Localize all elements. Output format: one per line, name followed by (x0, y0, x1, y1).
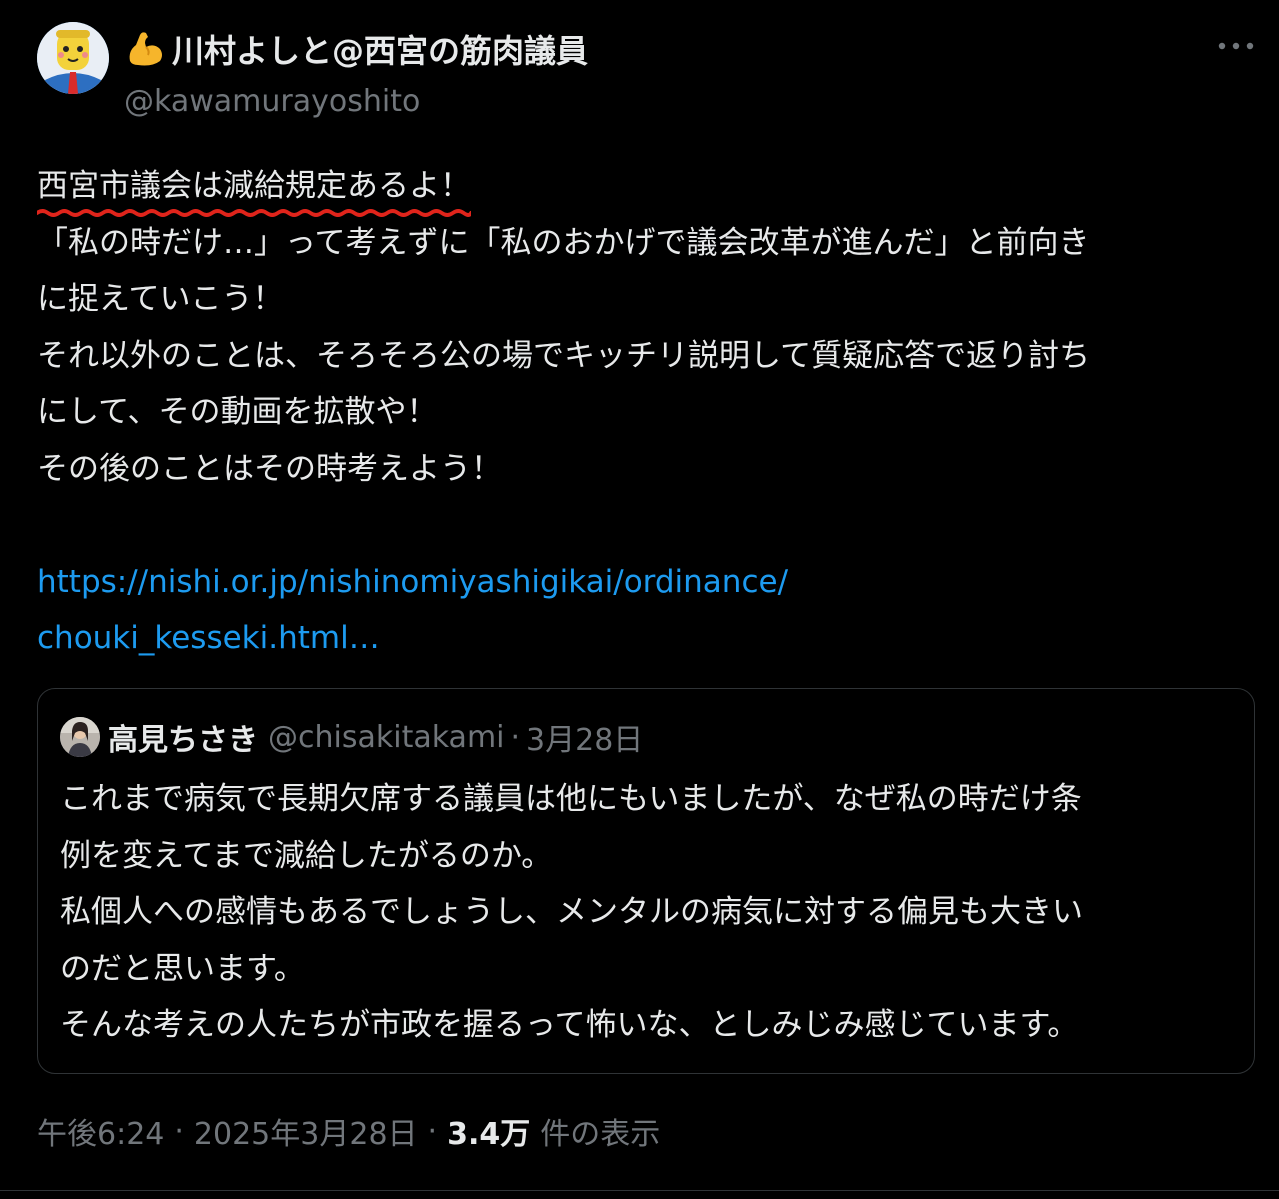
bottom-divider (0, 1190, 1279, 1191)
cartoon-mascot-avatar-icon (37, 22, 109, 94)
quoted-tweet-text: これまで病気で長期欠席する議員は他にもいましたが、なぜ私の時だけ条 例を変えてま… (60, 771, 1240, 1054)
quoted-tweet-header: 高見ちさき @chisakitakami · 3月28日 (60, 715, 643, 759)
quote-line: これまで病気で長期欠席する議員は他にもいましたが、なぜ私の時だけ条 (60, 781, 1082, 817)
quoted-author-name[interactable]: 高見ちさき (108, 715, 258, 759)
tweet-line: にして、その動画を拡散や！ (37, 394, 438, 430)
tweet-meta: 午後6:24 · 2025年3月28日 · 3.4万 件の表示 (37, 1108, 660, 1154)
highlighted-sentence-text: 西宮市議会は減給規定あるよ！ (37, 168, 471, 204)
separator-dot: · (174, 1113, 184, 1149)
tweet-link-line: chouki_kesseki.html… (37, 610, 1257, 667)
flexed-biceps-icon (124, 27, 168, 71)
tweet: 川村よしと@西宮の筋肉議員 @kawamurayoshito 西宮市議会は減給規… (0, 0, 1279, 1199)
separator-dot: · (427, 1113, 438, 1149)
quoted-author-avatar[interactable] (60, 717, 100, 757)
more-button[interactable] (1210, 28, 1262, 64)
highlighted-sentence: 西宮市議会は減給規定あるよ！ (37, 158, 471, 217)
tweet-line: に捉えていこう！ (37, 281, 284, 317)
author-display-name-text: 川村よしと@西宮の筋肉議員 (172, 32, 589, 70)
tweet-time[interactable]: 午後6:24 (37, 1109, 164, 1153)
quote-line: 私個人への感情もあるでしょうし、メンタルの病気に対する偏見も大きい (60, 894, 1083, 930)
red-underline-annotation (37, 208, 471, 217)
tweet-date[interactable]: 2025年3月28日 (194, 1109, 418, 1153)
tweet-link-line: https://nishi.or.jp/nishinomiyashigikai/… (37, 554, 1257, 611)
person-photo-avatar-icon (60, 717, 100, 757)
quote-line: そんな考えの人たちが市政を握るって怖いな、としみじみ感じています。 (60, 1007, 1079, 1043)
separator-dot: · (510, 719, 521, 755)
quoted-tweet-date[interactable]: 3月28日 (526, 715, 643, 759)
views-count[interactable]: 3.4万 (447, 1109, 530, 1153)
tweet-line: その後のことはその時考えよう！ (37, 450, 502, 487)
tweet-line: それ以外のことは、そろそろ公の場でキッチリ説明して質疑応答で返り討ち (37, 337, 1091, 374)
views-label: 件の表示 (540, 1117, 661, 1152)
tweet-line: 「私の時だけ…」って考えずに「私のおかげで議会改革が進んだ」と前向き (37, 224, 1090, 261)
quote-line: 例を変えてまで減給したがるのか。 (60, 837, 553, 874)
tweet-link[interactable]: https://nishi.or.jp/nishinomiyashigikai/… (37, 564, 788, 600)
author-avatar[interactable] (37, 22, 109, 94)
more-horizontal-icon (1218, 42, 1254, 50)
quoted-author-handle[interactable]: @chisakitakami (268, 720, 505, 755)
tweet-line: 西宮市議会は減給規定あるよ！ (37, 158, 1257, 217)
quoted-tweet-card[interactable]: 高見ちさき @chisakitakami · 3月28日 これまで病気で長期欠席… (37, 688, 1255, 1074)
author-handle[interactable]: @kawamurayoshito (124, 84, 420, 119)
quote-line: のだと思います。 (60, 950, 305, 987)
author-display-name[interactable]: 川村よしと@西宮の筋肉議員 (124, 26, 588, 72)
tweet-text: 西宮市議会は減給規定あるよ！ 「私の時だけ…」って考えずに「私のおかげで議会改革… (37, 158, 1257, 667)
tweet-link-continued[interactable]: chouki_kesseki.html… (37, 620, 380, 656)
